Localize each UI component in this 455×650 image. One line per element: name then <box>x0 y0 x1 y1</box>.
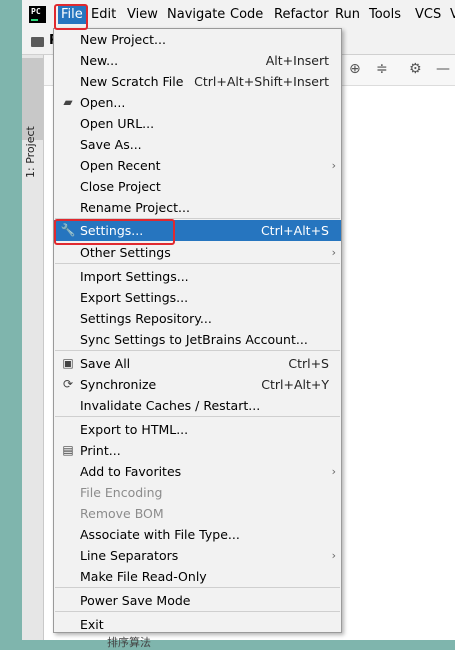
menu-item-open-url[interactable]: Open URL... <box>54 113 341 134</box>
menu-item-line-separators[interactable]: Line Separators › <box>54 545 341 566</box>
menu-item-shortcut: Ctrl+Alt+S <box>260 223 329 238</box>
menu-item-label: Rename Project... <box>80 200 190 215</box>
menu-item-open-recent[interactable]: Open Recent › <box>54 155 341 176</box>
menu-item-label: Export Settings... <box>80 290 189 305</box>
menu-item-other-settings[interactable]: Other Settings › <box>54 242 341 263</box>
menu-item-shortcut: Ctrl+S <box>288 356 329 371</box>
print-icon: ▤ <box>62 443 74 457</box>
gear-icon[interactable]: ⚙ <box>409 61 422 77</box>
chevron-right-icon: › <box>331 549 336 562</box>
menu-item-file-encoding: File Encoding <box>54 482 341 503</box>
menu-item-label: Import Settings... <box>80 269 189 284</box>
menu-item-remove-bom: Remove BOM <box>54 503 341 524</box>
menu-item-label: File Encoding <box>80 485 163 500</box>
menu-item-sync-settings-to-jetbrains-account[interactable]: Sync Settings to JetBrains Account... <box>54 329 341 350</box>
menu-item-label: Save All <box>80 356 131 371</box>
sync-icon: ⟳ <box>62 377 74 391</box>
menu-item-shortcut: Alt+Insert <box>265 53 329 68</box>
menu-item-label: Settings Repository... <box>80 311 212 326</box>
menu-edit[interactable]: Edit <box>88 6 119 24</box>
menu-item-label: Close Project <box>80 179 161 194</box>
chevron-right-icon: › <box>331 246 336 259</box>
menu-item-label: New Project... <box>80 32 166 47</box>
menu-item-import-settings[interactable]: Import Settings... <box>54 266 341 287</box>
folder-icon <box>31 37 44 47</box>
menu-item-label: Line Separators <box>80 548 179 563</box>
menu-run[interactable]: Run <box>332 6 363 24</box>
logo-text: PC <box>31 7 41 16</box>
menu-item-label: Make File Read-Only <box>80 569 207 584</box>
menu-item-label: Open Recent <box>80 158 161 173</box>
menu-file[interactable]: File <box>58 6 86 24</box>
menu-vcs[interactable]: VCS <box>412 6 444 24</box>
menu-item-label: Print... <box>80 443 121 458</box>
tool-window-tab-project[interactable]: 1: Project <box>22 58 43 178</box>
menu-item-label: Invalidate Caches / Restart... <box>80 398 261 413</box>
menu-navigate[interactable]: Navigate <box>164 6 228 24</box>
menu-item-label: New... <box>80 53 119 68</box>
menu-item-add-to-favorites[interactable]: Add to Favorites › <box>54 461 341 482</box>
menu-item-label: Synchronize <box>80 377 157 392</box>
menu-item-label: Settings... <box>80 223 144 238</box>
menu-item-label: Other Settings <box>80 245 171 260</box>
minimize-icon[interactable]: — <box>436 61 450 77</box>
menu-item-settings[interactable]: 🔧 Settings... Ctrl+Alt+S <box>54 220 341 241</box>
folder-open-icon: ▰ <box>63 95 73 109</box>
file-menu-dropdown: New Project... New... Alt+Insert New Scratc… <box>53 28 342 633</box>
menu-separator <box>55 416 340 417</box>
menu-item-settings-repository[interactable]: Settings Repository... <box>54 308 341 329</box>
collapse-all-icon[interactable]: ≑ <box>376 61 388 77</box>
project-tab-label: 1: Project <box>24 126 37 178</box>
menu-item-label: Open... <box>80 95 126 110</box>
locate-icon[interactable]: ⊕ <box>349 61 361 77</box>
menu-item-exit[interactable]: Exit <box>54 614 341 635</box>
menu-item-label: Power Save Mode <box>80 593 191 608</box>
menu-item-new[interactable]: New... Alt+Insert <box>54 50 341 71</box>
menu-item-label: Sync Settings to JetBrains Account... <box>80 332 308 347</box>
chevron-right-icon: › <box>331 465 336 478</box>
menu-item-label: Remove BOM <box>80 506 164 521</box>
menu-item-export-settings[interactable]: Export Settings... <box>54 287 341 308</box>
menu-item-label: Export to HTML... <box>80 422 189 437</box>
menu-item-label: Exit <box>80 617 104 632</box>
menu-item-label: Open URL... <box>80 116 155 131</box>
menu-item-label: Associate with File Type... <box>80 527 240 542</box>
menu-separator <box>55 611 340 612</box>
menu-window-partial[interactable]: V <box>447 6 455 24</box>
menu-item-export-to-html[interactable]: Export to HTML... <box>54 419 341 440</box>
menu-item-open[interactable]: ▰ Open... <box>54 92 341 113</box>
menu-item-label: New Scratch File <box>80 74 184 89</box>
menu-item-power-save-mode[interactable]: Power Save Mode <box>54 590 341 611</box>
menu-tools[interactable]: Tools <box>366 6 404 24</box>
menu-code[interactable]: Code <box>227 6 266 24</box>
tree-item-partial[interactable]: 排序算法 <box>107 634 151 650</box>
menu-item-new-project[interactable]: New Project... <box>54 29 341 50</box>
menu-separator <box>55 218 340 219</box>
menu-item-save-all[interactable]: ▣ Save All Ctrl+S <box>54 353 341 374</box>
menu-item-associate-with-file-type[interactable]: Associate with File Type... <box>54 524 341 545</box>
save-icon: ▣ <box>62 356 74 370</box>
menu-item-label: Add to Favorites <box>80 464 182 479</box>
pycharm-logo-icon: PC <box>29 6 46 23</box>
menu-item-save-as[interactable]: Save As... <box>54 134 341 155</box>
menu-separator <box>55 587 340 588</box>
menu-item-shortcut: Ctrl+Alt+Shift+Insert <box>194 74 329 89</box>
menu-view[interactable]: View <box>124 6 161 24</box>
menu-item-rename-project[interactable]: Rename Project... <box>54 197 341 218</box>
menu-item-invalidate-caches-restart[interactable]: Invalidate Caches / Restart... <box>54 395 341 416</box>
menu-separator <box>55 350 340 351</box>
menu-separator <box>55 263 340 264</box>
menu-item-label: Save As... <box>80 137 142 152</box>
menu-item-print[interactable]: ▤ Print... <box>54 440 341 461</box>
menu-item-shortcut: Ctrl+Alt+Y <box>261 377 329 392</box>
menu-refactor[interactable]: Refactor <box>271 6 332 24</box>
wrench-icon: 🔧 <box>60 223 76 237</box>
chevron-right-icon: › <box>331 159 336 172</box>
menu-item-synchronize[interactable]: ⟳ Synchronize Ctrl+Alt+Y <box>54 374 341 395</box>
menu-bar: PC File Edit View Navigate Code Refactor… <box>22 0 455 30</box>
menu-item-make-file-read-only[interactable]: Make File Read-Only <box>54 566 341 587</box>
menu-item-new-scratch-file[interactable]: New Scratch File Ctrl+Alt+Shift+Insert <box>54 71 341 92</box>
menu-item-close-project[interactable]: Close Project <box>54 176 341 197</box>
